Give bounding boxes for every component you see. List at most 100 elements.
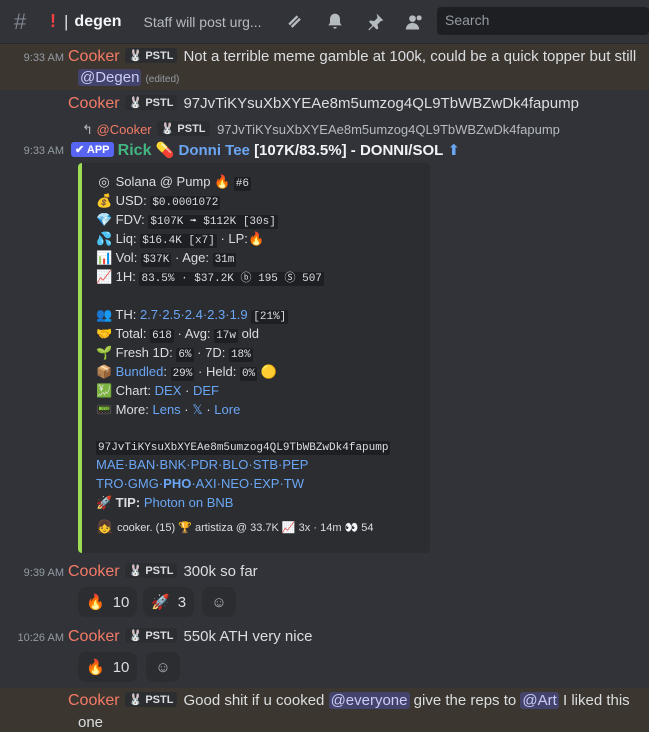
embed-fdv-line: 💎 FDV: $107K ➟ $112K [30s] xyxy=(96,212,278,229)
embed-bundled-line: 📦 Bundled: 29% · Held: 0% 🟡 xyxy=(96,364,277,381)
up-arrow-icon: ⬆ xyxy=(447,142,461,159)
username[interactable]: Rick xyxy=(118,142,152,159)
embed-links-row-2[interactable]: TRO·GMG·PHO·AXI·NEO·EXP·TW xyxy=(96,476,304,491)
message-timestamp: 10:26 AM xyxy=(17,632,64,644)
handshake-icon: 🤝 xyxy=(96,326,113,341)
droplets-icon: 💦 xyxy=(96,231,113,246)
smiley-icon: ☺ xyxy=(211,593,227,611)
message-text: I liked this xyxy=(562,692,630,709)
lens-link[interactable]: Lens xyxy=(152,402,180,417)
embed-more-line: 📟 More: Lens · 𝕏 · Lore xyxy=(96,402,241,417)
add-reaction-button[interactable]: ☺ xyxy=(146,652,180,682)
top-holders-link[interactable]: 2.7·2.5·2.4·2.3·1.9 xyxy=(140,307,248,322)
embed-footer: 👧 cooker. (15) 🏆 artistiza @ 33.7K 📈 3x … xyxy=(96,519,374,534)
fire-icon: 🔥 xyxy=(247,231,265,246)
threads-icon[interactable] xyxy=(284,11,306,33)
user-mention[interactable]: @Art xyxy=(520,692,559,709)
message-text: Good shit if u cooked xyxy=(183,692,325,709)
fire-icon: 🔥 xyxy=(86,659,105,676)
def-link[interactable]: DEF xyxy=(193,383,219,398)
rocket-icon: 🚀 xyxy=(151,594,170,611)
reaction-fire[interactable]: 🔥 10 xyxy=(78,652,138,682)
chart-icon: 💹 xyxy=(96,383,113,398)
channel-name: degen xyxy=(74,12,122,30)
embed-tip-line: 🚀 TIP: Photon on BNB xyxy=(96,495,234,510)
trending-up-icon: 📈 xyxy=(96,269,113,284)
smiley-icon: ☺ xyxy=(155,658,171,676)
user-tag: 🐰 PSTL xyxy=(124,628,178,643)
holders-icon: 👥 xyxy=(96,307,113,322)
add-reaction-button[interactable]: ☺ xyxy=(202,587,236,617)
user-tag: 🐰 PSTL xyxy=(156,121,210,136)
token-title: [107K/83.5%] - DONNI/SOL xyxy=(254,142,444,159)
gem-icon: 💎 xyxy=(96,212,113,227)
message-text: Not a terrible meme gamble at 100k, coul… xyxy=(183,48,637,65)
username[interactable]: Cooker xyxy=(68,628,120,645)
pill-emoji: 💊 xyxy=(155,142,175,159)
dex-link[interactable]: DEX xyxy=(155,383,182,398)
message-timestamp: 9:33 AM xyxy=(23,52,64,64)
channel-separator: | xyxy=(64,11,69,31)
message-text: give the reps to xyxy=(413,692,517,709)
fire-icon: 🔥 xyxy=(86,594,105,611)
role-mention[interactable]: @Degen xyxy=(78,69,142,86)
money-bag-icon: 💰 xyxy=(96,193,113,208)
channel-header: # ! | degen Staff will post urg... Searc… xyxy=(0,0,649,44)
username[interactable]: Cooker xyxy=(68,563,120,580)
bundled-link[interactable]: Bundled xyxy=(116,364,164,379)
message-text: 300k so far xyxy=(183,563,258,580)
member-list-icon[interactable] xyxy=(404,11,426,33)
user-tag: 🐰 PSTL xyxy=(124,48,178,63)
pinned-messages-icon[interactable] xyxy=(364,11,386,33)
seedling-icon: 🌱 xyxy=(96,345,113,360)
app-badge: ✔ APP xyxy=(71,142,114,157)
yellow-circle-icon: 🟡 xyxy=(260,364,277,379)
embed-chart-line: 💹 Chart: DEX · DEF xyxy=(96,383,219,398)
user-tag: 🐰 PSTL xyxy=(124,95,178,110)
message-text: one xyxy=(78,714,104,731)
more-icon: 📟 xyxy=(96,402,113,417)
token-name-link[interactable]: Donni Tee xyxy=(179,142,250,159)
embed-address[interactable]: 97JvTiKYsuXbXYEAe8m5umzog4QL9TbWBZwDk4fa… xyxy=(96,438,391,455)
fire-icon: 🔥 xyxy=(214,174,231,189)
reply-text: 97JvTiKYsuXbXYEAe8m5umzog4QL9TbWBZwDk4fa… xyxy=(217,122,560,137)
alert-emoji: ! xyxy=(50,11,56,31)
user-tag: 🐰 PSTL xyxy=(124,563,178,578)
embed-fresh-line: 🌱 Fresh 1D: 6% · 7D: 18% xyxy=(96,345,253,362)
user-tag: 🐰 PSTL xyxy=(124,692,178,707)
message-timestamp: 9:39 AM xyxy=(23,567,64,579)
embed-links-row-1[interactable]: MAE·BAN·BNK·PDR·BLO·STB·PEP xyxy=(96,457,308,472)
reply-username[interactable]: @Cooker xyxy=(97,122,152,137)
search-input[interactable]: Search xyxy=(437,7,649,35)
x-link[interactable]: 𝕏 xyxy=(192,402,202,417)
username[interactable]: Cooker xyxy=(68,48,120,65)
message-text: 97JvTiKYsuXbXYEAe8m5umzog4QL9TbWBZwDk4fa… xyxy=(183,95,579,112)
avatar: 👧 xyxy=(96,519,114,534)
username[interactable]: Cooker xyxy=(68,95,120,112)
embed-th-line: 👥 TH: 2.7·2.5·2.4·2.3·1.9 [21%] xyxy=(96,307,289,324)
tip-link[interactable]: Photon on BNB xyxy=(144,495,234,510)
package-icon: 📦 xyxy=(96,364,113,379)
edited-label: (edited) xyxy=(145,74,180,85)
channel-topic[interactable]: Staff will post urg... xyxy=(144,14,266,30)
embed-usd-line: 💰 USD: $0.0001072 xyxy=(96,193,221,210)
embed-chain-line: ◎ Solana @ Pump 🔥 #6 xyxy=(96,174,251,191)
lore-link[interactable]: Lore xyxy=(214,402,240,417)
embed-total-line: 🤝 Total: 618 · Avg: 17w old xyxy=(96,326,259,343)
token-embed: ◎ Solana @ Pump 🔥 #6 💰 USD: $0.0001072 💎… xyxy=(78,163,430,553)
everyone-mention[interactable]: @everyone xyxy=(328,692,410,709)
username[interactable]: Cooker xyxy=(68,692,120,709)
embed-liq-line: 💦 Liq: $16.4K [x7] · LP:🔥 xyxy=(96,231,265,248)
reply-arrow-icon: ↰ xyxy=(82,122,93,137)
bar-chart-icon: 📊 xyxy=(96,250,113,265)
embed-1h-line: 📈 1H: 83.5% · $37.2K ⓑ 195 Ⓢ 507 xyxy=(96,269,324,286)
embed-vol-line: 📊 Vol: $37K · Age: 31m xyxy=(96,250,237,267)
message-text: 550k ATH very nice xyxy=(183,628,313,645)
reaction-fire[interactable]: 🔥 10 xyxy=(78,587,138,617)
message-timestamp: 9:33 AM xyxy=(23,145,64,157)
notification-bell-icon[interactable] xyxy=(324,11,346,33)
solana-icon: ◎ xyxy=(98,174,110,189)
text-channel-icon: # xyxy=(14,8,27,34)
reaction-rocket[interactable]: 🚀 3 xyxy=(143,587,195,617)
rocket-ship-icon: 🚀 xyxy=(96,495,113,510)
